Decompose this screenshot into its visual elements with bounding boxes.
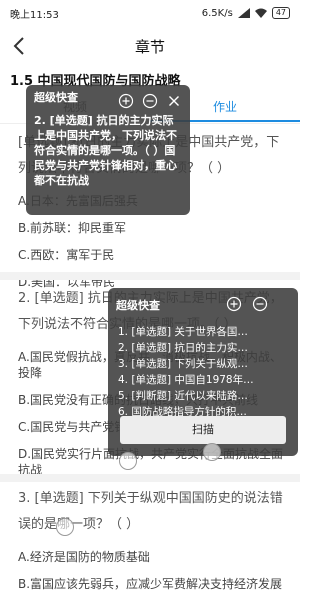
overlay-result-item[interactable]: 2. [单选题] 抗日的主力实… — [118, 340, 290, 356]
signal-icon — [237, 8, 250, 18]
quick-search-overlay-top[interactable]: 超级快查 2. [单选题] 抗日的主力实际上是中国共产党，下列说法不符合实情的是… — [26, 85, 190, 215]
question-3: 3. [单选题] 下列关于纵观中国国防史的说法错误的是哪一项？（ ） A.经济是… — [18, 486, 288, 592]
overlay-title: 超级快查 — [34, 91, 78, 104]
nav-bar: 章节 — [0, 26, 300, 66]
overlay-result-item[interactable]: 4. [单选题] 中国自1978年… — [118, 372, 290, 388]
overlay-result-item[interactable]: 5. [判断题] 近代以来陆路… — [118, 388, 290, 404]
status-right: 6.5K/s 47 — [202, 7, 290, 19]
option-3-a[interactable]: A.经济是国防的物质基础 — [18, 549, 288, 565]
question-divider — [0, 474, 300, 482]
option-1-c[interactable]: C.西欧：寓军于民 — [18, 247, 288, 263]
close-icon[interactable] — [166, 93, 182, 109]
overlay-result-list: 1. [单选题] 关于世界各国… 2. [单选题] 抗日的主力实… 3. [单选… — [118, 324, 290, 420]
status-time: 晚上11:53 — [10, 9, 59, 21]
resize-handle[interactable] — [119, 452, 137, 470]
scan-button[interactable]: 扫描 — [120, 416, 286, 444]
minus-icon[interactable] — [142, 93, 158, 109]
page-title: 章节 — [134, 37, 165, 56]
overlay-result-item[interactable]: 1. [单选题] 关于世界各国… — [118, 324, 290, 340]
option-1-b[interactable]: B.前苏联：抑民重军 — [18, 220, 288, 236]
wifi-icon — [254, 8, 267, 18]
overlay-result-item[interactable]: 3. [单选题] 下列关于纵观… — [118, 356, 290, 372]
status-bar: 晚上11:53 6.5K/s 47 — [0, 0, 300, 26]
question-divider — [0, 272, 300, 280]
quick-search-overlay-bottom[interactable]: 超级快查 1. [单选题] 关于世界各国… 2. [单选题] 抗日的主力实… 3… — [108, 288, 298, 456]
battery-icon: 47 — [271, 7, 290, 19]
resize-handle[interactable] — [56, 518, 74, 536]
network-speed: 6.5K/s — [201, 7, 233, 19]
back-arrow-icon[interactable] — [8, 34, 32, 58]
plus-icon[interactable] — [226, 296, 242, 312]
overlay-title: 超级快查 — [116, 299, 160, 312]
option-3-b[interactable]: B.富国应该先弱兵，应减少军费解决支持经济发展 — [18, 576, 288, 592]
overlay-answer-text: 2. [单选题] 抗日的主力实际上是中国共产党，下列说法不符合实情的是哪一项。（… — [34, 114, 177, 187]
plus-icon[interactable] — [118, 93, 134, 109]
minus-icon[interactable] — [252, 296, 268, 312]
resize-handle[interactable] — [203, 443, 221, 461]
